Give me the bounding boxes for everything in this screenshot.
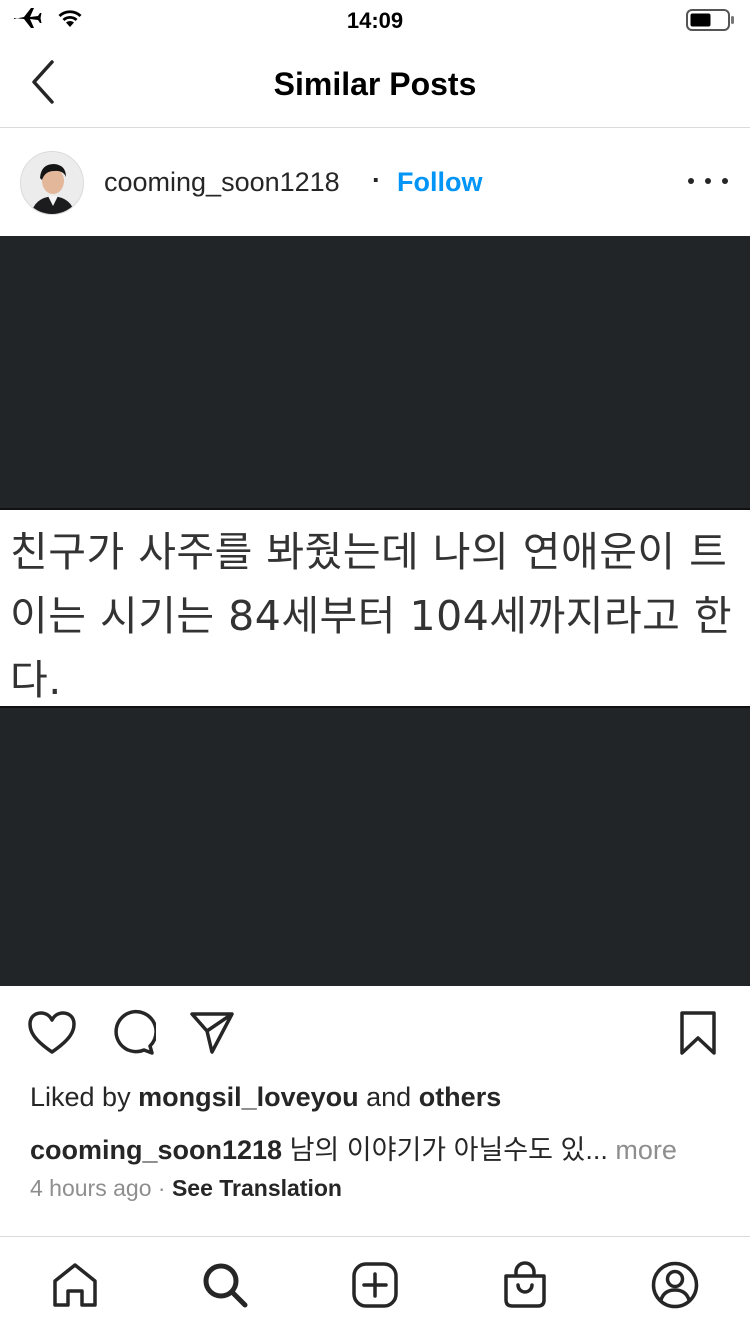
search-icon: [200, 1260, 250, 1315]
heart-icon: [27, 1010, 77, 1061]
meta-separator: ·: [151, 1175, 172, 1201]
likes-others[interactable]: others: [419, 1082, 502, 1112]
navigation-bar: Similar Posts: [0, 40, 750, 128]
likes-line[interactable]: Liked by mongsil_loveyou and others: [30, 1082, 501, 1113]
bookmark-icon: [678, 1010, 718, 1061]
post-meta: 4 hours ago · See Translation: [30, 1175, 342, 1202]
send-icon: [188, 1010, 236, 1061]
post-image[interactable]: 친구가 사주를 봐줬는데 나의 연애운이 트 이는 시기는 84세부터 104세…: [0, 236, 750, 986]
comment-button[interactable]: [107, 1009, 158, 1062]
home-icon: [50, 1261, 100, 1314]
comment-icon: [108, 1009, 158, 1062]
tab-search[interactable]: [199, 1261, 251, 1313]
post-username[interactable]: cooming_soon1218: [104, 167, 340, 198]
battery-icon: [686, 8, 736, 37]
see-translation-link[interactable]: See Translation: [172, 1175, 342, 1201]
likes-prefix: Liked by: [30, 1082, 139, 1112]
liked-by-user[interactable]: mongsil_loveyou: [138, 1082, 359, 1112]
post-caption: cooming_soon1218 남의 이야기가 아닐수도 있... more: [30, 1128, 730, 1167]
post-actions: [0, 1000, 750, 1070]
page-title: Similar Posts: [273, 66, 477, 102]
likes-middle: and: [358, 1082, 419, 1112]
image-text: 친구가 사주를 봐줬는데 나의 연애운이 트 이는 시기는 84세부터 104세…: [10, 528, 733, 704]
tab-home[interactable]: [49, 1261, 101, 1313]
new-post-icon: [351, 1261, 399, 1314]
post-timestamp: 4 hours ago: [30, 1175, 152, 1201]
like-button[interactable]: [27, 1010, 77, 1060]
status-bar: 14:09: [0, 0, 750, 40]
profile-icon: [650, 1260, 700, 1315]
post-header: cooming_soon1218 · Follow: [0, 129, 750, 236]
save-button[interactable]: [673, 1010, 723, 1060]
shop-icon: [502, 1260, 548, 1315]
share-button[interactable]: [187, 1010, 237, 1060]
tab-profile[interactable]: [649, 1261, 701, 1313]
status-time: 14:09: [346, 8, 404, 33]
username-separator: ·: [372, 165, 381, 195]
more-options-button[interactable]: [688, 169, 728, 193]
avatar[interactable]: [20, 151, 84, 215]
follow-button[interactable]: Follow: [397, 167, 482, 198]
image-text-band: 친구가 사주를 봐줬는데 나의 연애운이 트 이는 시기는 84세부터 104세…: [0, 508, 750, 708]
caption-more-link[interactable]: more: [615, 1135, 677, 1165]
tab-shop[interactable]: [499, 1260, 551, 1315]
tab-bar: [0, 1236, 750, 1334]
tab-new-post[interactable]: [349, 1261, 401, 1313]
more-horizontal-icon: [688, 178, 694, 184]
caption-username[interactable]: cooming_soon1218: [30, 1135, 282, 1165]
caption-text: 남의 이야기가 아닐수도 있...: [282, 1135, 616, 1165]
